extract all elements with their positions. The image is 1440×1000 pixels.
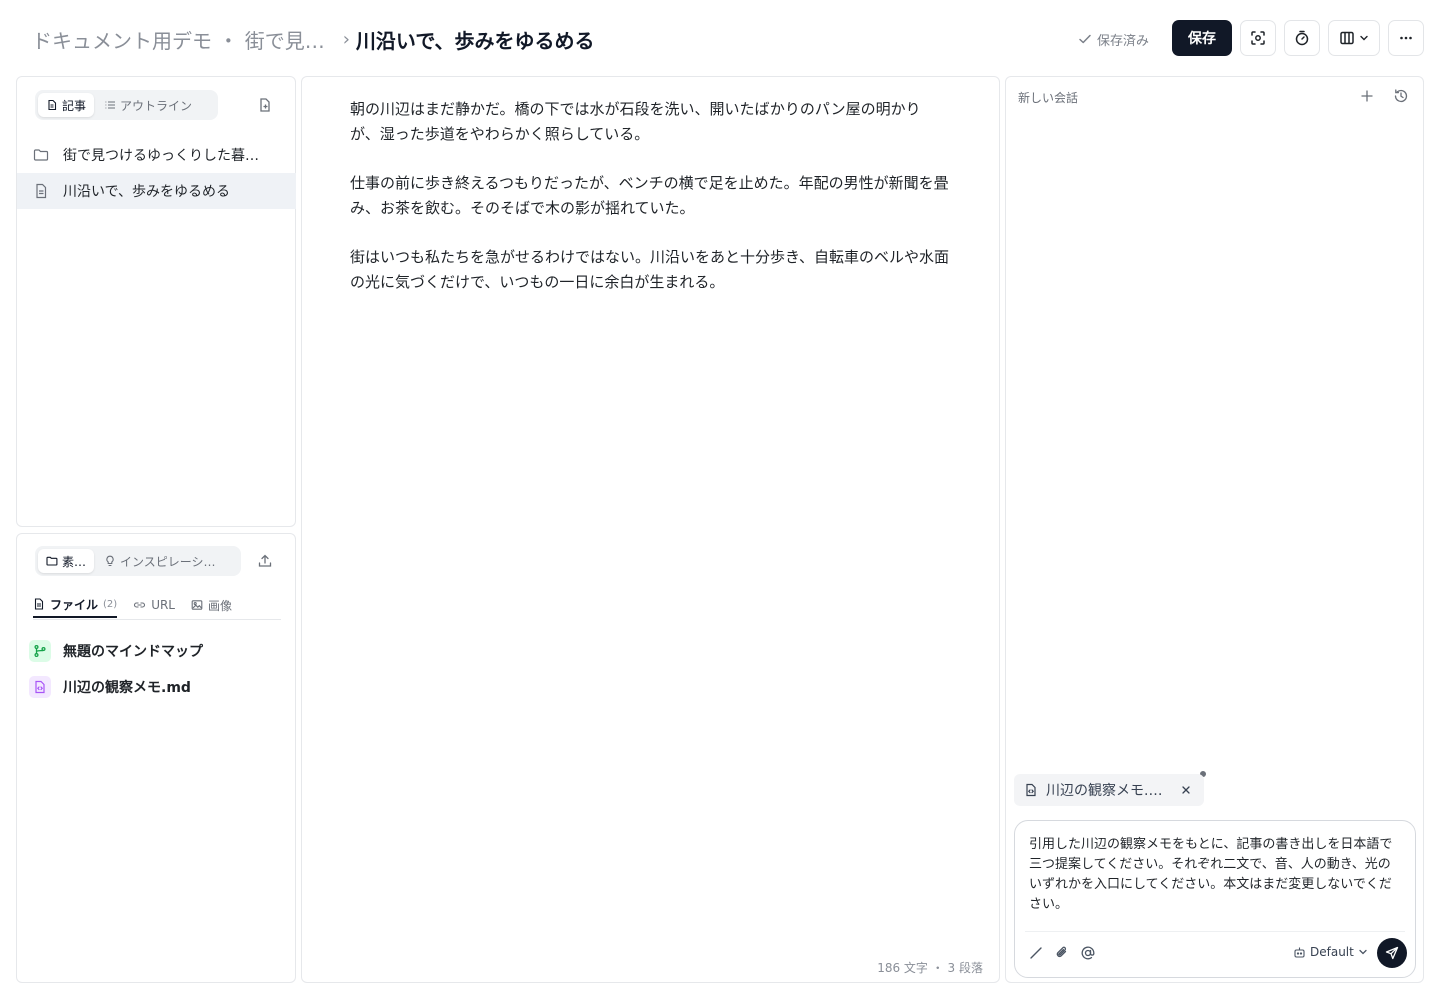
mention-button[interactable] — [1079, 944, 1097, 962]
focus-mode-button[interactable] — [1240, 20, 1276, 56]
chat-composer[interactable]: 引用した川辺の観察メモをもとに、記事の書き出しを日本語で三つ提案してください。そ… — [1014, 820, 1416, 978]
lightbulb-icon — [106, 555, 114, 567]
chevron-down-icon — [1359, 949, 1367, 955]
timer-icon — [1295, 30, 1309, 46]
link-icon — [134, 602, 146, 608]
file-item-mindmap[interactable]: 無題のマインドマップ — [29, 638, 203, 664]
top-bar: ドキュメント用デモ ・ 街で見… › 川沿いで、歩みをゆるめる 保存済み 保存 — [0, 0, 1440, 76]
materials-tabs: 素… インスピレーシ… — [35, 546, 241, 576]
mindmap-icon — [29, 640, 51, 662]
image-icon — [191, 600, 203, 610]
saved-status: 保存済み — [1078, 27, 1149, 51]
subtab-images[interactable]: 画像 — [191, 592, 232, 618]
document-icon — [36, 183, 47, 199]
subtab-url-label: URL — [151, 598, 175, 612]
layout-button[interactable] — [1328, 20, 1380, 56]
attachment-chip[interactable]: 川辺の観察メモ.… — [1014, 774, 1204, 806]
tree-item-label: 街で見つけるゆっくりした暮… — [63, 148, 259, 164]
timer-button[interactable] — [1284, 20, 1320, 56]
article-tabs: 記事 アウトライン — [35, 90, 218, 120]
new-document-icon — [260, 98, 270, 112]
code-file-icon — [29, 676, 51, 698]
saved-status-label: 保存済み — [1097, 33, 1150, 49]
chat-title: 新しい会話 — [1018, 91, 1079, 105]
editor-paragraph[interactable]: 街はいつも私たちを急がせるわけではない。川沿いをあと十分歩き、自転車のベルや水面… — [350, 245, 950, 295]
attach-button[interactable] — [1053, 944, 1071, 962]
subtab-images-label: 画像 — [208, 598, 233, 613]
page-title: 川沿いで、歩みをゆるめる — [355, 28, 595, 53]
word-count: 186 文字 ・ 3 段落 — [877, 961, 983, 975]
tab-materials[interactable]: 素… — [38, 549, 95, 573]
check-icon — [1079, 34, 1091, 44]
document-icon — [48, 99, 57, 111]
code-file-icon — [1026, 783, 1036, 797]
folder-icon — [33, 149, 49, 161]
paperclip-icon — [1056, 946, 1067, 958]
at-icon — [1081, 946, 1095, 960]
breadcrumb-separator: › — [342, 28, 350, 50]
send-button[interactable] — [1377, 938, 1407, 968]
tree-item-folder[interactable]: 街で見つけるゆっくりした暮… — [17, 137, 296, 173]
upload-button[interactable] — [257, 553, 273, 569]
composer-divider — [1025, 931, 1405, 932]
focus-icon — [1251, 31, 1265, 45]
chat-input[interactable]: 引用した川辺の観察メモをもとに、記事の書き出しを日本語で三つ提案してください。そ… — [1029, 835, 1401, 915]
save-button[interactable]: 保存 — [1172, 20, 1232, 56]
command-button[interactable] — [1027, 944, 1045, 962]
materials-subtabs: ファイル (2) URL 画像 — [33, 592, 281, 620]
tab-outline-label: アウトライン — [120, 98, 193, 113]
upload-icon — [258, 554, 272, 567]
tab-materials-label: 素… — [62, 554, 87, 569]
send-icon — [1385, 946, 1399, 960]
folder-icon — [46, 556, 58, 566]
subtab-files[interactable]: ファイル (2) — [33, 592, 118, 618]
breadcrumb: ドキュメント用デモ ・ 街で見… › 川沿いで、歩みをゆるめる — [32, 24, 595, 54]
tab-inspiration-label: インスピレーシ… — [120, 554, 216, 569]
chat-panel: 新しい会話 川辺の観察メモ.… 引用した川辺の観察メモをもとに、記事の書き出しを… — [1005, 76, 1424, 983]
history-icon — [1394, 89, 1408, 103]
breadcrumb-parent[interactable]: ドキュメント用デモ ・ 街で見… — [32, 25, 325, 54]
editor-body[interactable]: 朝の川辺はまだ静かだ。橋の下では水が石段を洗い、開いたばかりのパン屋の明かりが、… — [350, 97, 950, 319]
file-item-label: 無題のマインドマップ — [63, 644, 203, 660]
bot-icon — [1294, 947, 1305, 958]
list-icon — [105, 101, 116, 109]
materials-panel: 素… インスピレーシ… ファイル (2) URL 画像 無題のマインドマップ 川… — [16, 533, 296, 983]
attachment-label: 川辺の観察メモ.… — [1046, 783, 1163, 799]
article-panel: 記事 アウトライン 街で見つけるゆっくりした暮… 川沿いで、歩みをゆるめる — [16, 76, 296, 527]
tree-item-article[interactable]: 川沿いで、歩みをゆるめる — [17, 173, 296, 209]
file-icon — [34, 598, 44, 610]
slash-icon — [1030, 947, 1042, 959]
file-item-label: 川辺の観察メモ.md — [63, 680, 191, 696]
file-count: (2) — [103, 598, 118, 610]
chevron-down-icon — [1360, 35, 1368, 41]
subtab-files-label: ファイル — [50, 597, 99, 612]
file-item-notes[interactable]: 川辺の観察メモ.md — [29, 674, 191, 700]
editor-panel[interactable]: 朝の川辺はまだ静かだ。橋の下では水が石段を洗い、開いたばかりのパン屋の明かりが、… — [301, 76, 1000, 983]
tab-articles[interactable]: 記事 — [38, 93, 95, 117]
columns-layout-icon — [1340, 31, 1354, 45]
editor-paragraph[interactable]: 仕事の前に歩き終えるつもりだったが、ベンチの横で足を止めた。年配の男性が新聞を畳… — [350, 171, 950, 221]
subtab-url[interactable]: URL — [133, 592, 175, 618]
new-chat-button[interactable] — [1359, 88, 1375, 104]
model-label: Default — [1310, 945, 1354, 959]
new-document-button[interactable] — [257, 97, 273, 113]
more-button[interactable] — [1388, 20, 1424, 56]
tab-outline[interactable]: アウトライン — [96, 93, 200, 117]
close-icon[interactable] — [1181, 785, 1191, 795]
chat-history-button[interactable] — [1393, 88, 1409, 104]
more-icon — [1400, 36, 1412, 40]
tab-inspiration[interactable]: インスピレーシ… — [96, 549, 224, 573]
editor-paragraph[interactable]: 朝の川辺はまだ静かだ。橋の下では水が石段を洗い、開いたばかりのパン屋の明かりが、… — [350, 97, 950, 147]
plus-icon — [1361, 90, 1373, 102]
model-selector[interactable]: Default — [1289, 945, 1372, 959]
tree-item-label: 川沿いで、歩みをゆるめる — [63, 184, 231, 200]
tab-articles-label: 記事 — [62, 98, 87, 113]
